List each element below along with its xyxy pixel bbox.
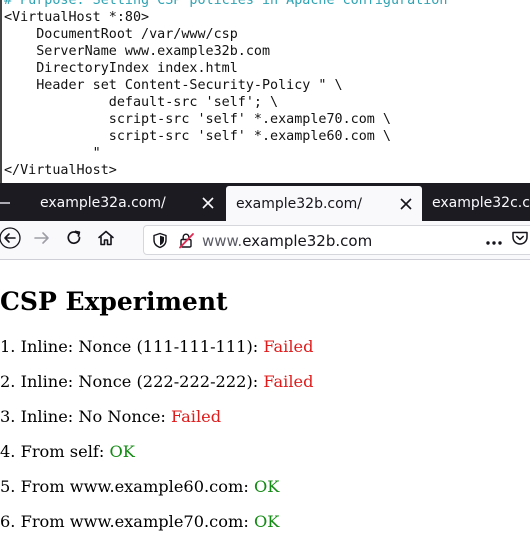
tab-example32a[interactable]: example32a.com/ — [26, 188, 224, 218]
config-line: DocumentRoot /var/www/csp — [4, 27, 238, 42]
config-line: default-src 'self'; \ — [4, 95, 279, 110]
config-comment: # Purpose: Setting CSP policies in Apach… — [4, 0, 448, 8]
result-status: Failed — [263, 337, 314, 356]
result-label: 1. Inline: Nonce (111-111-111): — [0, 337, 264, 356]
shield-icon[interactable] — [152, 232, 168, 253]
tab-title: example32b.com/ — [236, 195, 363, 212]
page-content: CSP Experiment 1. Inline: Nonce (111-111… — [0, 260, 530, 543]
result-item: 1. Inline: Nonce (111-111-111): Failed — [0, 337, 313, 357]
result-status: OK — [253, 512, 280, 531]
home-icon — [97, 229, 115, 251]
result-item: 3. Inline: No Nonce: Failed — [0, 407, 221, 427]
config-line: ServerName www.example32b.com — [4, 44, 271, 59]
config-line: Header set Content-Security-Policy " \ — [4, 78, 343, 93]
insecure-lock-icon[interactable] — [178, 232, 195, 253]
close-icon[interactable] — [400, 197, 412, 210]
result-item: 5. From www.example60.com: OK — [0, 477, 279, 497]
result-status: OK — [109, 442, 135, 461]
arrow-left-icon — [0, 227, 21, 253]
result-label: 3. Inline: No Nonce: — [0, 407, 172, 426]
tab-example32c[interactable]: example32c.com — [422, 188, 530, 218]
result-status: Failed — [171, 407, 222, 426]
tab-example32b[interactable]: example32b.com/ — [226, 186, 422, 221]
tab-title: example32c.com — [432, 195, 530, 211]
url-host: example32b.com — [242, 232, 373, 250]
result-label: 2. Inline: Nonce (222-222-222): — [0, 372, 264, 391]
address-bar[interactable]: www.example32b.com — [143, 225, 530, 255]
result-label: 6. From www.example70.com: — [0, 512, 254, 531]
config-line: DirectoryIndex index.html — [4, 61, 238, 76]
pocket-button[interactable] — [510, 228, 530, 252]
tab-title: example32a.com/ — [40, 195, 166, 211]
result-label: 4. From self: — [0, 442, 110, 461]
result-item: 4. From self: OK — [0, 442, 135, 462]
url-prefix: www. — [202, 232, 243, 250]
config-line: script-src 'self' *.example70.com \ — [4, 112, 391, 127]
result-status: OK — [253, 477, 280, 496]
url-text[interactable]: www.example32b.com — [202, 232, 372, 250]
browser-tab-strip: example32a.com/ example32b.com/ example3… — [0, 183, 530, 221]
reload-button[interactable] — [62, 228, 86, 252]
result-label: 5. From www.example60.com: — [0, 477, 254, 496]
config-line: <VirtualHost *:80> — [4, 10, 150, 25]
result-item: 6. From www.example70.com: OK — [0, 512, 279, 532]
screenshot-root: # Purpose: Setting CSP policies in Apach… — [0, 0, 530, 543]
arrow-right-icon — [33, 229, 51, 251]
apache-config-panel: # Purpose: Setting CSP policies in Apach… — [0, 0, 530, 183]
result-status: Failed — [263, 372, 314, 391]
forward-button[interactable] — [30, 228, 54, 252]
browser-nav-bar: www.example32b.com — [0, 221, 530, 260]
pocket-icon — [511, 230, 529, 250]
more-dots-icon — [485, 231, 503, 250]
config-line: </VirtualHost> — [4, 163, 117, 178]
result-item: 2. Inline: Nonce (222-222-222): Failed — [0, 372, 313, 392]
config-line: " — [4, 146, 101, 161]
reload-icon — [65, 229, 83, 251]
page-title: CSP Experiment — [0, 287, 228, 316]
config-line: script-src 'self' *.example60.com \ — [4, 129, 391, 144]
close-icon[interactable] — [202, 197, 214, 209]
back-button[interactable] — [0, 227, 22, 253]
tab-list-icon[interactable] — [0, 189, 26, 217]
page-actions-button[interactable] — [482, 228, 506, 252]
home-button[interactable] — [94, 228, 118, 252]
